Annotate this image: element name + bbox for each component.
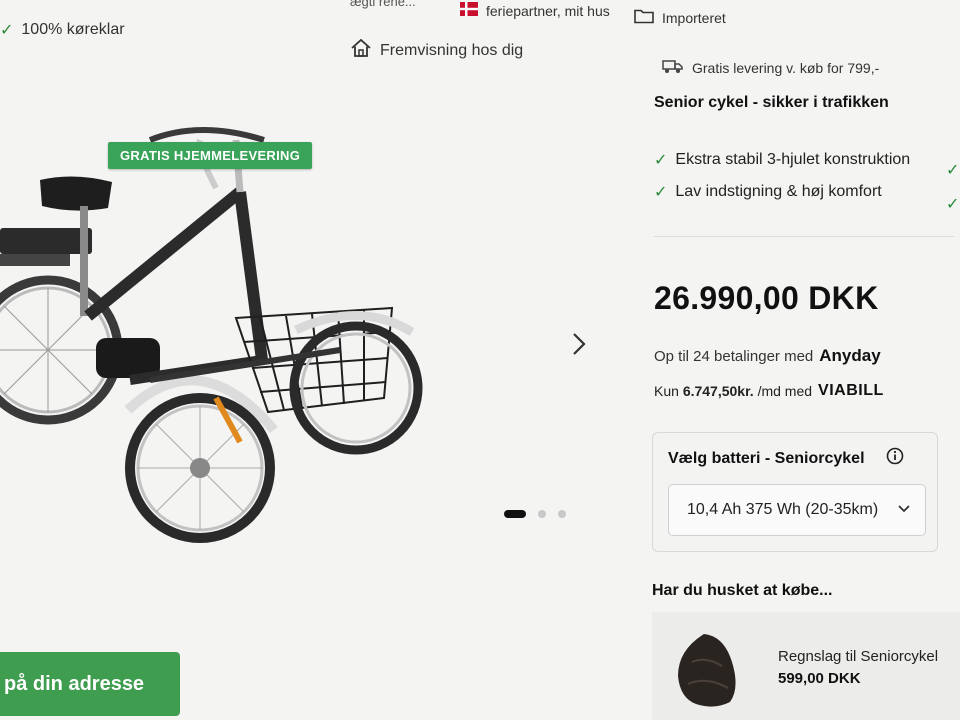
anyday-installments[interactable]: Op til 24 betalinger med Anyday xyxy=(654,346,881,366)
topbar-partner[interactable]: feriepartner, mit hus xyxy=(460,2,610,19)
partner-label: feriepartner, mit hus xyxy=(486,2,610,19)
chevron-down-icon xyxy=(897,501,911,519)
feature-text: Ekstra stabil 3-hjulet konstruktion xyxy=(675,151,911,168)
feature-item: ✓ Lav indstigning & høj komfort xyxy=(654,182,882,202)
truck-icon xyxy=(662,58,684,77)
battery-dropdown[interactable]: 10,4 Ah 375 Wh (20-35km) xyxy=(668,484,926,536)
carousel-dot-2[interactable] xyxy=(538,510,546,518)
carousel-dots xyxy=(504,510,566,518)
ready-to-ride: ✓ 100% køreklar xyxy=(0,20,125,40)
showing-label: Fremvisning hos dig xyxy=(380,41,524,59)
product-title: Senior cykel - sikker i trafikken xyxy=(654,94,889,111)
viabill-installments[interactable]: Kun 6.747,50kr. /md med VIABILL xyxy=(654,382,884,400)
imported-label: Importeret xyxy=(662,9,726,26)
product-image[interactable] xyxy=(0,80,640,640)
free-delivery-badge: GRATIS HJEMMELEVERING xyxy=(108,142,313,169)
carousel-dot-1[interactable] xyxy=(504,510,526,518)
showing-at-home[interactable]: Fremvisning hos dig xyxy=(350,38,523,63)
check-icon: ✓ xyxy=(654,184,668,201)
house-icon xyxy=(350,38,380,63)
delivery-address-button[interactable]: på din adresse xyxy=(0,652,180,716)
viabill-suffix: /md med xyxy=(757,383,813,399)
viabill-logo: VIABILL xyxy=(818,382,884,399)
flag-icon xyxy=(460,2,486,19)
free-shipping-note: Gratis levering v. køb for 799,- xyxy=(662,58,879,77)
battery-label: Vælg batteri - Seniorcykel xyxy=(668,450,865,467)
accessory-name[interactable]: Regnslag til Seniorcykel xyxy=(778,648,938,665)
battery-selected-value: 10,4 Ah 375 Wh (20-35km) xyxy=(687,501,879,518)
feature-item: ✓ Ekstra stabil 3-hjulet konstruktion xyxy=(654,150,910,170)
folder-icon xyxy=(634,8,662,27)
product-price: 26.990,00 DKK xyxy=(654,280,879,316)
check-icon: ✓ xyxy=(946,196,960,213)
shipping-text: Gratis levering v. køb for 799,- xyxy=(692,59,880,76)
info-icon[interactable] xyxy=(886,447,904,465)
tricycle-illustration xyxy=(0,127,423,543)
anyday-text: Op til 24 betalinger med xyxy=(654,347,814,365)
divider xyxy=(654,236,954,237)
viabill-amount: 6.747,50kr. xyxy=(682,383,754,399)
accessories-heading: Har du husket at købe... xyxy=(652,582,833,599)
feature-text: Lav indstigning & høj komfort xyxy=(675,183,882,200)
rain-cover-image[interactable] xyxy=(674,632,740,708)
anyday-logo: Anyday xyxy=(819,346,881,365)
check-icon: ✓ xyxy=(654,152,668,169)
ready-label: 100% køreklar xyxy=(21,21,125,38)
carousel-next-button[interactable] xyxy=(568,330,590,358)
check-icon: ✓ xyxy=(946,162,960,179)
accessory-price: 599,00 DKK xyxy=(778,670,861,687)
carousel-dot-3[interactable] xyxy=(558,510,566,518)
chevron-right-icon xyxy=(573,333,586,355)
check-icon: ✓ xyxy=(0,22,14,39)
topbar-imported[interactable]: Importeret xyxy=(634,8,726,27)
viabill-prefix: Kun xyxy=(654,383,679,399)
top-nav-fragment: ægti rene... xyxy=(350,0,416,9)
